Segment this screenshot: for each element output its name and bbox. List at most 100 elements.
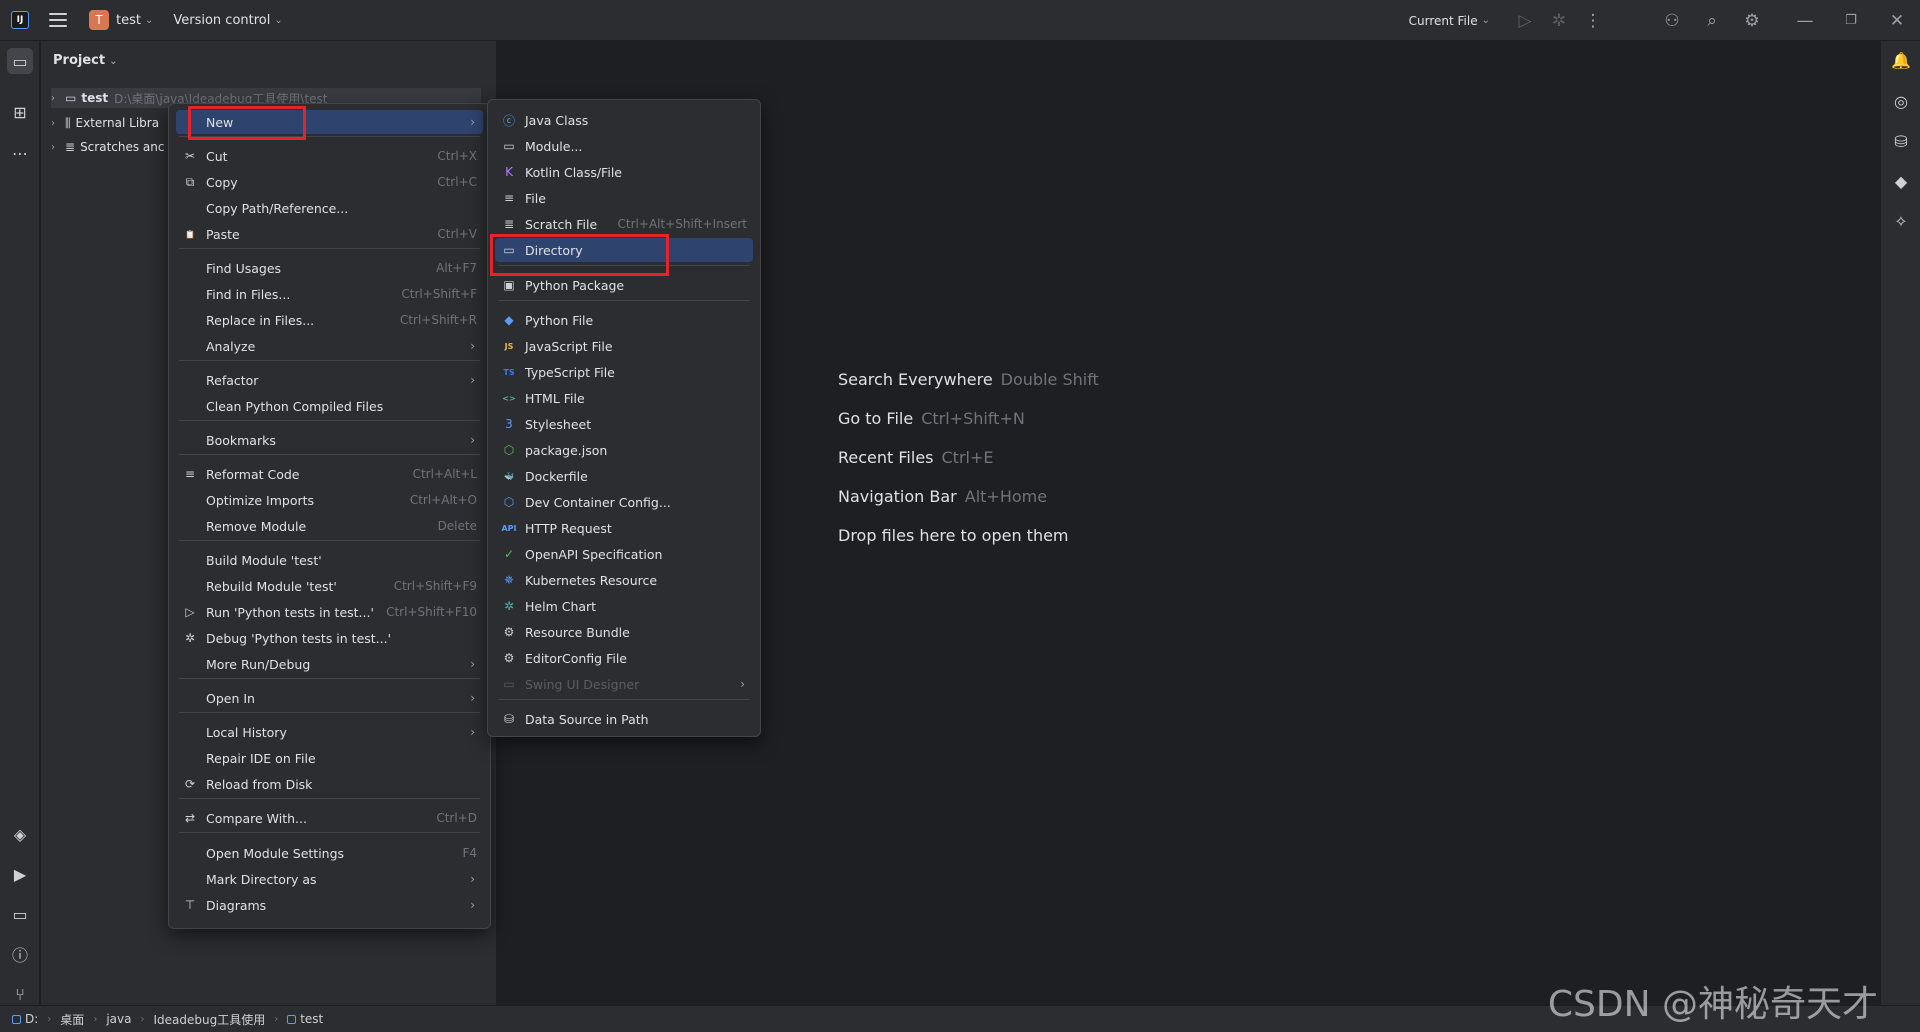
breadcrumb-item[interactable]: 桌面 [60,1011,84,1028]
menu-item-typescript-file[interactable]: TS TypeScript File [495,360,753,384]
menu-item-optimize-imports[interactable]: Optimize Imports Ctrl+Alt+O [176,488,483,512]
notifications-bell-icon[interactable]: 🔔 [1888,47,1914,73]
run-config-selector[interactable]: Current File [1409,14,1478,28]
menu-item-local-history[interactable]: Local History › [176,720,483,744]
menu-item-rebuild-module-test[interactable]: Rebuild Module 'test' Ctrl+Shift+F9 [176,574,483,598]
more-actions-icon[interactable]: ⋮ [1576,11,1610,31]
tree-item-external-libraries[interactable]: › ⫼ External Libra [51,113,159,133]
menu-item-dockerfile[interactable]: 🐳 Dockerfile [495,464,753,488]
menu-item-label: Open In [206,690,255,706]
menu-item-helm-chart[interactable]: ✲ Helm Chart [495,594,753,618]
breadcrumb-item[interactable]: java [106,1012,131,1026]
panel-title[interactable]: Project ⌄ [53,53,117,68]
terminal-icon[interactable]: ▭ [7,901,33,927]
menu-item-paste[interactable]: 📋 Paste Ctrl+V [176,222,483,246]
breadcrumb-item[interactable]: test [300,1012,323,1026]
menu-item-refactor[interactable]: Refactor › [176,368,483,392]
database-icon[interactable]: ⛁ [1888,128,1914,154]
typescript-file-icon: TS [503,367,515,377]
menu-item-run-python-tests-in-test[interactable]: ▷ Run 'Python tests in test...' Ctrl+Shift… [176,600,483,624]
menu-item-label: Data Source in Path [525,711,649,727]
menu-item-replace-in-files[interactable]: Replace in Files... Ctrl+Shift+R [176,308,483,332]
minimize-icon[interactable]: — [1782,11,1828,31]
menu-item-more-run-debug[interactable]: More Run/Debug › [176,652,483,676]
menu-item-editorconfig-file[interactable]: ⚙ EditorConfig File [495,646,753,670]
project-switcher[interactable]: test [116,13,141,28]
run-icon[interactable]: ▷ [1508,11,1542,31]
menu-item-label: Diagrams [206,897,267,913]
menu-item-python-file[interactable]: ◆ Python File [495,308,753,332]
editor-hint-recent-files: Recent Files Ctrl+E [838,448,994,467]
menu-item-http-request[interactable]: API HTTP Request [495,516,753,540]
more-tools-icon[interactable]: ⋯ [7,140,33,166]
python-console-icon[interactable]: ◆ [1888,168,1914,194]
menu-item-build-module-test[interactable]: Build Module 'test' [176,548,483,572]
swing-ui-designer-icon: ▭ [503,677,515,691]
menu-item-scratch-file[interactable]: ≣ Scratch File Ctrl+Alt+Shift+Insert [495,212,753,236]
menu-item-file[interactable]: ≡ File [495,186,753,210]
menu-item-open-module-settings[interactable]: Open Module Settings F4 [176,841,483,865]
menu-item-find-usages[interactable]: Find Usages Alt+F7 [176,256,483,280]
tree-item-scratches[interactable]: › ≣ Scratches anc [51,137,164,157]
menu-item-diagrams[interactable]: ⊤ Diagrams › [176,893,483,917]
version-control-widget[interactable]: Version control [173,13,270,28]
menu-item-bookmarks[interactable]: Bookmarks › [176,428,483,452]
chevron-right-icon[interactable]: › [51,118,65,129]
restore-icon[interactable]: ❐ [1828,13,1874,28]
intellij-logo-icon[interactable]: IJ [11,11,29,29]
menu-item-stylesheet[interactable]: 3 Stylesheet [495,412,753,436]
menu-item-cut[interactable]: ✂ Cut Ctrl+X [176,144,483,168]
git-branch-icon[interactable]: ⑂ [7,981,33,1007]
copilot-icon[interactable]: ✧ [1888,208,1914,234]
menu-item-copy-path-reference[interactable]: Copy Path/Reference... [176,196,483,220]
menu-item-module[interactable]: ▭ Module... [495,134,753,158]
menu-item-compare-with[interactable]: ⇄ Compare With... Ctrl+D [176,806,483,830]
data-source-in-path-icon: ⛁ [503,712,515,726]
ai-assistant-icon[interactable]: ◎ [1888,88,1914,114]
menu-item-python-package[interactable]: ▣ Python Package [495,273,753,297]
problems-icon[interactable]: ⓘ [7,941,33,967]
layers-icon[interactable]: ◈ [7,821,33,847]
chevron-right-icon[interactable]: › [51,93,65,104]
menu-item-html-file[interactable]: <> HTML File [495,386,753,410]
chevron-down-icon: ⌄ [144,14,154,26]
menu-item-mark-directory-as[interactable]: Mark Directory as › [176,867,483,891]
menu-item-copy[interactable]: ⧉ Copy Ctrl+C [176,170,483,194]
helm-chart-icon: ✲ [503,599,515,613]
menu-item-java-class[interactable]: ⓒ Java Class [495,108,753,132]
settings-gear-icon[interactable]: ⚙ [1732,11,1772,31]
menu-item-debug-python-tests-in-test[interactable]: ✲ Debug 'Python tests in test...' [176,626,483,650]
menu-item-openapi-specification[interactable]: ✓ OpenAPI Specification [495,542,753,566]
menu-item-package-json[interactable]: ⬡ package.json [495,438,753,462]
module-icon [287,1014,297,1024]
search-icon[interactable]: ⌕ [1692,11,1732,31]
menu-item-analyze[interactable]: Analyze › [176,334,483,358]
menu-item-kotlin-class-file[interactable]: K Kotlin Class/File [495,160,753,184]
menu-item-repair-ide-on-file[interactable]: Repair IDE on File [176,746,483,770]
structure-icon[interactable]: ⊞ [7,99,33,125]
menu-item-reformat-code[interactable]: ≡ Reformat Code Ctrl+Alt+L [176,462,483,486]
debug-icon[interactable]: ✲ [1542,11,1576,31]
breadcrumb-item[interactable]: D: [25,1012,38,1026]
close-icon[interactable]: ✕ [1874,11,1920,31]
menu-item-resource-bundle[interactable]: ⚙ Resource Bundle [495,620,753,644]
project-badge[interactable]: T [89,10,109,30]
menu-item-clean-python-compiled-files[interactable]: Clean Python Compiled Files [176,394,483,418]
code-with-me-icon[interactable]: ⚇ [1652,11,1692,31]
main-menu-icon[interactable] [49,13,67,27]
menu-item-open-in[interactable]: Open In › [176,686,483,710]
menu-item-kubernetes-resource[interactable]: ✵ Kubernetes Resource [495,568,753,592]
chevron-right-icon[interactable]: › [51,142,65,153]
menu-item-label: Run 'Python tests in test...' [206,604,374,620]
menu-item-javascript-file[interactable]: JS JavaScript File [495,334,753,358]
project-folder-icon[interactable]: ▭ [7,48,33,74]
menu-item-shortcut: Delete [437,519,477,533]
menu-item-find-in-files[interactable]: Find in Files... Ctrl+Shift+F [176,282,483,306]
menu-item-data-source-in-path[interactable]: ⛁ Data Source in Path [495,707,753,731]
reformat-code-icon: ≡ [184,467,196,481]
menu-item-reload-from-disk[interactable]: ⟳ Reload from Disk [176,772,483,796]
menu-item-remove-module[interactable]: Remove Module Delete [176,514,483,538]
breadcrumb-item[interactable]: Ideadebug工具使用 [153,1011,265,1028]
services-icon[interactable]: ▶ [7,861,33,887]
menu-item-dev-container-config[interactable]: ⬡ Dev Container Config... [495,490,753,514]
